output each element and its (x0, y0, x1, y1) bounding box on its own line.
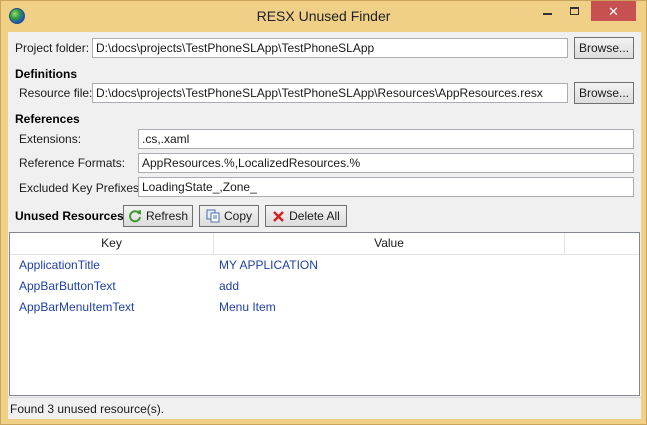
extensions-input[interactable] (138, 129, 634, 149)
copy-icon (206, 209, 220, 223)
row-key: AppBarButtonText (19, 279, 116, 293)
refresh-button[interactable]: Refresh (123, 205, 193, 227)
copy-button[interactable]: Copy (199, 205, 259, 227)
refresh-label: Refresh (145, 209, 189, 223)
status-bar: Found 3 unused resource(s). (8, 397, 641, 419)
row-value: Menu Item (219, 300, 276, 314)
maximize-icon (570, 7, 579, 15)
maximize-button[interactable] (561, 1, 588, 21)
browse-project-label: Browse... (578, 41, 629, 55)
refresh-icon (129, 210, 141, 223)
minimize-icon (543, 13, 552, 15)
main-window: RESX Unused Finder ✕ Project folder: Bro… (0, 0, 647, 425)
table-row[interactable]: AppBarButtonText add (10, 276, 639, 297)
delete-all-button[interactable]: Delete All (265, 205, 347, 227)
row-value: MY APPLICATION (219, 258, 318, 272)
row-key: AppBarMenuItemText (19, 300, 135, 314)
delete-all-label: Delete All (289, 209, 340, 223)
unused-resources-heading: Unused Resources (15, 209, 124, 223)
project-folder-label: Project folder: (15, 41, 90, 55)
close-button[interactable]: ✕ (591, 1, 636, 21)
row-key: ApplicationTitle (19, 258, 100, 272)
excluded-prefixes-label: Excluded Key Prefixes: (19, 181, 143, 195)
unused-resources-grid[interactable]: Key Value ApplicationTitle MY APPLICATIO… (9, 232, 640, 396)
column-header-filler (565, 233, 639, 254)
extensions-label: Extensions: (19, 132, 82, 146)
resource-file-input[interactable] (92, 83, 568, 103)
excluded-prefixes-input[interactable] (138, 177, 634, 197)
column-header-value[interactable]: Value (214, 233, 565, 254)
resource-file-label: Resource file: (19, 86, 93, 100)
row-value: add (219, 279, 240, 293)
table-row[interactable]: ApplicationTitle MY APPLICATION (10, 255, 639, 276)
references-heading: References (15, 112, 80, 126)
browse-resource-label: Browse... (578, 86, 629, 100)
project-folder-input[interactable] (92, 38, 568, 58)
browse-project-button[interactable]: Browse... (574, 37, 634, 59)
browse-resource-button[interactable]: Browse... (574, 82, 634, 104)
client-area: Project folder: Browse... Definitions Re… (8, 32, 641, 419)
column-header-key[interactable]: Key (10, 233, 214, 254)
minimize-button[interactable] (534, 1, 561, 21)
reference-formats-label: Reference Formats: (19, 156, 126, 170)
definitions-heading: Definitions (15, 67, 77, 81)
table-row[interactable]: AppBarMenuItemText Menu Item (10, 297, 639, 318)
copy-label: Copy (223, 209, 252, 223)
title-bar[interactable]: RESX Unused Finder ✕ (1, 1, 646, 31)
status-text: Found 3 unused resource(s). (10, 402, 165, 416)
reference-formats-input[interactable] (138, 153, 634, 173)
close-icon: ✕ (608, 3, 619, 19)
grid-header: Key Value (10, 233, 639, 255)
delete-icon (273, 210, 284, 222)
